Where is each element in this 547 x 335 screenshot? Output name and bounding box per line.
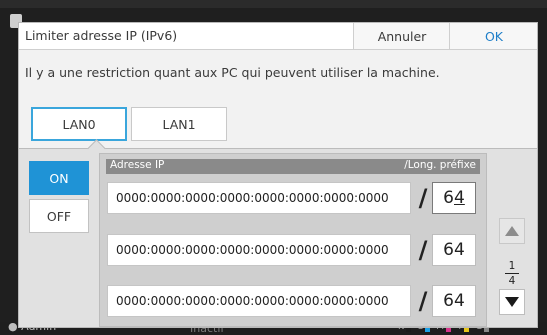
ip-address-field-2[interactable]: 0000:0000:0000:0000:0000:0000:0000:0000: [107, 234, 411, 266]
tab-lan0[interactable]: LAN0: [31, 107, 127, 141]
ipv6-restriction-dialog: Limiter adresse IP (IPv6) Annuler OK Il …: [18, 22, 538, 328]
scroll-down-button[interactable]: [499, 289, 525, 315]
ip-address-field-3[interactable]: 0000:0000:0000:0000:0000:0000:0000:0000: [107, 285, 411, 317]
dialog-title-bar: Limiter adresse IP (IPv6) Annuler OK: [19, 23, 537, 50]
off-toggle-button[interactable]: OFF: [29, 199, 89, 233]
tab-lan1-label: LAN1: [162, 116, 196, 132]
prefix-length-field-3[interactable]: 64: [432, 285, 476, 317]
user-icon: ●: [8, 320, 18, 333]
scroll-up-button[interactable]: [499, 218, 525, 244]
background-top-strip: [0, 0, 547, 8]
ip-address-list: Adresse IP /Long. préfixe 0000:0000:0000…: [99, 153, 487, 327]
total-pages: 4: [508, 274, 516, 287]
tab-lan1[interactable]: LAN1: [131, 107, 227, 141]
tab-lan0-label: LAN0: [62, 116, 96, 132]
prefix-length-1-digit-b: 4: [454, 188, 465, 208]
header-prefix-length: /Long. préfixe: [404, 159, 476, 171]
ok-button[interactable]: OK: [449, 23, 537, 49]
page-divider: [505, 272, 519, 274]
list-header: Adresse IP /Long. préfixe: [106, 159, 480, 174]
cancel-button[interactable]: Annuler: [353, 23, 450, 49]
prefix-length-field-1[interactable]: 64: [432, 182, 476, 214]
page-indicator: 1 4: [499, 259, 525, 287]
prefix-length-field-2[interactable]: 64: [432, 234, 476, 266]
arrow-up-icon: [505, 226, 519, 236]
current-page: 1: [508, 259, 516, 272]
ip-address-field-1[interactable]: 0000:0000:0000:0000:0000:0000:0000:0000: [107, 182, 411, 214]
arrow-down-icon: [505, 297, 519, 307]
prefix-length-1-digit-a: 6: [443, 188, 454, 208]
prefix-separator-1: /: [418, 184, 428, 212]
restriction-message: Il y a une restriction quant aux PC qui …: [25, 65, 440, 80]
on-toggle-button[interactable]: ON: [29, 161, 89, 195]
prefix-separator-3: /: [418, 287, 428, 315]
pagination-panel: 1 4: [492, 176, 532, 321]
dialog-title: Limiter adresse IP (IPv6): [25, 28, 178, 43]
prefix-separator-2: /: [418, 236, 428, 264]
header-ip-address: Adresse IP: [110, 159, 165, 171]
